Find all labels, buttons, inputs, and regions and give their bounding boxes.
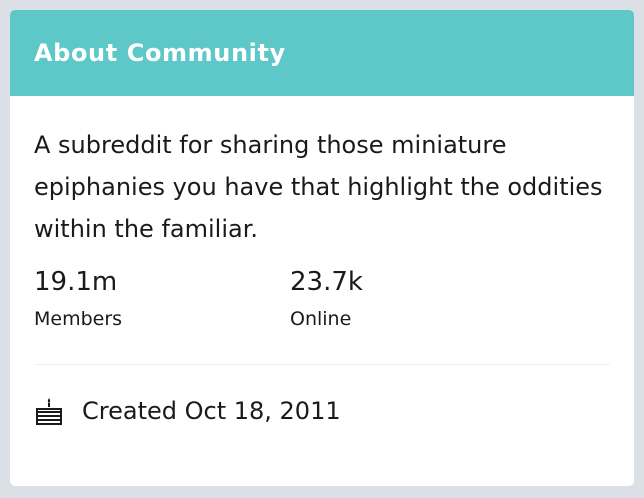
- card-title: About Community: [34, 39, 286, 67]
- card-header: About Community: [10, 10, 634, 96]
- about-community-card: About Community A subreddit for sharing …: [10, 10, 634, 486]
- community-stats: 19.1m Members 23.7k Online: [34, 264, 610, 334]
- cake-icon: [34, 396, 64, 426]
- community-description: A subreddit for sharing those miniature …: [34, 131, 603, 243]
- members-count: 19.1m: [34, 267, 118, 297]
- online-count: 23.7k: [290, 267, 363, 297]
- created-row: Created Oct 18, 2011: [34, 393, 610, 429]
- divider: [34, 364, 610, 365]
- members-stat: 19.1m Members: [34, 264, 290, 334]
- online-stat: 23.7k Online: [290, 264, 546, 334]
- online-label: Online: [290, 308, 352, 330]
- members-label: Members: [34, 308, 123, 330]
- created-date: Created Oct 18, 2011: [82, 397, 341, 425]
- card-body: A subreddit for sharing those miniature …: [10, 96, 634, 429]
